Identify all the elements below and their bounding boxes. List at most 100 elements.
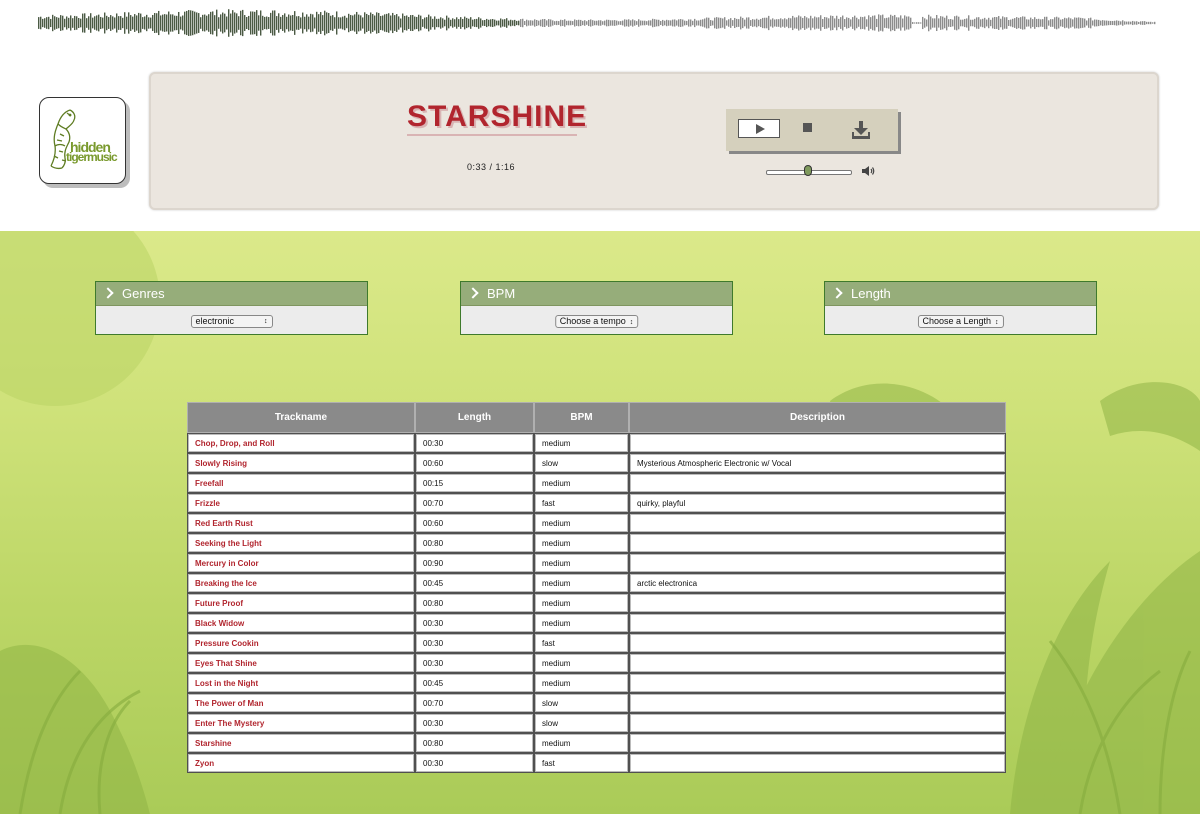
table-row[interactable]: Starshine 00:80 medium <box>187 733 1006 753</box>
waveform-bar <box>950 19 952 27</box>
track-name-cell[interactable]: Lost in the Night <box>187 673 415 693</box>
table-row[interactable]: Enter The Mystery 00:30 slow <box>187 713 1006 733</box>
speaker-icon[interactable] <box>861 164 875 178</box>
waveform-bar <box>240 10 242 36</box>
waveform-bar <box>622 20 624 26</box>
waveform-bar <box>76 16 78 30</box>
track-name-cell[interactable]: Slowly Rising <box>187 453 415 473</box>
bpm-select[interactable]: Choose a tempo ↕ <box>554 315 639 328</box>
genres-select[interactable]: electronic ↕ <box>190 315 273 328</box>
track-name-cell[interactable]: Mercury in Color <box>187 553 415 573</box>
table-row[interactable]: Freefall 00:15 medium <box>187 473 1006 493</box>
waveform-bar <box>238 16 240 30</box>
waveform-bar <box>544 19 546 27</box>
waveform-bar <box>880 15 882 31</box>
waveform-bar <box>678 19 680 27</box>
header-length[interactable]: Length <box>415 402 534 433</box>
waveform-seekbar[interactable] <box>38 8 1156 38</box>
waveform-bar <box>1112 20 1114 26</box>
waveform-bar <box>764 17 766 29</box>
table-row[interactable]: Breaking the Ice 00:45 medium arctic electr… <box>187 573 1006 593</box>
track-name-cell[interactable]: Seeking the Light <box>187 533 415 553</box>
header-trackname[interactable]: Trackname <box>187 402 415 433</box>
table-row[interactable]: The Power of Man 00:70 slow <box>187 693 1006 713</box>
download-icon[interactable] <box>850 120 872 140</box>
waveform-bar <box>772 18 774 28</box>
description-cell <box>629 593 1006 613</box>
waveform-bar <box>1062 19 1064 27</box>
volume-knob[interactable] <box>804 165 812 176</box>
waveform-bar <box>744 19 746 27</box>
waveform-bar <box>472 19 474 27</box>
track-name-cell[interactable]: Future Proof <box>187 593 415 613</box>
waveform-bar <box>808 18 810 28</box>
track-name-cell[interactable]: Frizzle <box>187 493 415 513</box>
volume-slider[interactable] <box>766 165 852 177</box>
waveform-bar <box>962 19 964 27</box>
table-row[interactable]: Seeking the Light 00:80 medium <box>187 533 1006 553</box>
play-button[interactable] <box>738 119 780 138</box>
waveform-bar <box>776 19 778 27</box>
waveform-bar <box>78 17 80 29</box>
waveform-bar <box>850 19 852 27</box>
track-name-cell[interactable]: Starshine <box>187 733 415 753</box>
waveform-bar <box>382 15 384 31</box>
track-name-cell[interactable]: Eyes That Shine <box>187 653 415 673</box>
track-name-cell[interactable]: The Power of Man <box>187 693 415 713</box>
waveform-bar <box>930 16 932 30</box>
waveform-bar <box>410 15 412 31</box>
track-name-cell[interactable]: Pressure Cookin <box>187 633 415 653</box>
waveform-bar <box>1154 21 1156 25</box>
track-name-cell[interactable]: Red Earth Rust <box>187 513 415 533</box>
bpm-filter-header[interactable]: BPM <box>461 282 732 306</box>
description-cell <box>629 433 1006 453</box>
waveform-bar <box>1048 20 1050 26</box>
waveform-bar <box>38 17 40 29</box>
waveform-bar <box>566 20 568 26</box>
track-name-cell[interactable]: Enter The Mystery <box>187 713 415 733</box>
bpm-cell: medium <box>534 733 629 753</box>
waveform-bar <box>1124 21 1126 25</box>
waveform-bar <box>698 20 700 26</box>
table-row[interactable]: Black Widow 00:30 medium <box>187 613 1006 633</box>
header-description[interactable]: Description <box>629 402 1006 433</box>
genres-filter-header[interactable]: Genres <box>96 282 367 306</box>
bpm-filter-label: BPM <box>487 286 516 301</box>
table-row[interactable]: Eyes That Shine 00:30 medium <box>187 653 1006 673</box>
length-select[interactable]: Choose a Length ↕ <box>917 315 1004 328</box>
waveform-bar <box>926 19 928 27</box>
table-row[interactable]: Mercury in Color 00:90 medium <box>187 553 1006 573</box>
track-name-cell[interactable]: Breaking the Ice <box>187 573 415 593</box>
table-row[interactable]: Frizzle 00:70 fast quirky, playful <box>187 493 1006 513</box>
hidden-tiger-music-logo[interactable]: hidden tigermusic <box>39 97 126 184</box>
table-row[interactable]: Zyon 00:30 fast <box>187 753 1006 773</box>
waveform-bar <box>548 19 550 27</box>
table-row[interactable]: Pressure Cookin 00:30 fast <box>187 633 1006 653</box>
waveform-bar <box>432 18 434 28</box>
waveform-bar <box>706 17 708 29</box>
waveform-bar <box>204 14 206 32</box>
waveform-bar <box>730 18 732 28</box>
stop-button[interactable] <box>803 123 812 132</box>
waveform-bar <box>662 19 664 27</box>
table-row[interactable]: Slowly Rising 00:60 slow Mysterious Atmosph… <box>187 453 1006 473</box>
waveform-bar <box>874 15 876 31</box>
waveform-bar <box>488 19 490 27</box>
track-name-cell[interactable]: Black Widow <box>187 613 415 633</box>
waveform-bar <box>876 18 878 28</box>
length-filter-header[interactable]: Length <box>825 282 1096 306</box>
track-name-cell[interactable]: Zyon <box>187 753 415 773</box>
header-bpm[interactable]: BPM <box>534 402 629 433</box>
waveform-bar <box>988 17 990 29</box>
waveform-bar <box>686 20 688 26</box>
track-name-cell[interactable]: Chop, Drop, and Roll <box>187 433 415 453</box>
table-row[interactable]: Lost in the Night 00:45 medium <box>187 673 1006 693</box>
waveform-bar <box>920 22 922 24</box>
table-row[interactable]: Chop, Drop, and Roll 00:30 medium <box>187 433 1006 453</box>
genres-select-value: electronic <box>195 316 235 326</box>
table-row[interactable]: Red Earth Rust 00:60 medium <box>187 513 1006 533</box>
waveform-bar <box>592 20 594 26</box>
table-row[interactable]: Future Proof 00:80 medium <box>187 593 1006 613</box>
waveform-bar <box>856 17 858 29</box>
track-name-cell[interactable]: Freefall <box>187 473 415 493</box>
